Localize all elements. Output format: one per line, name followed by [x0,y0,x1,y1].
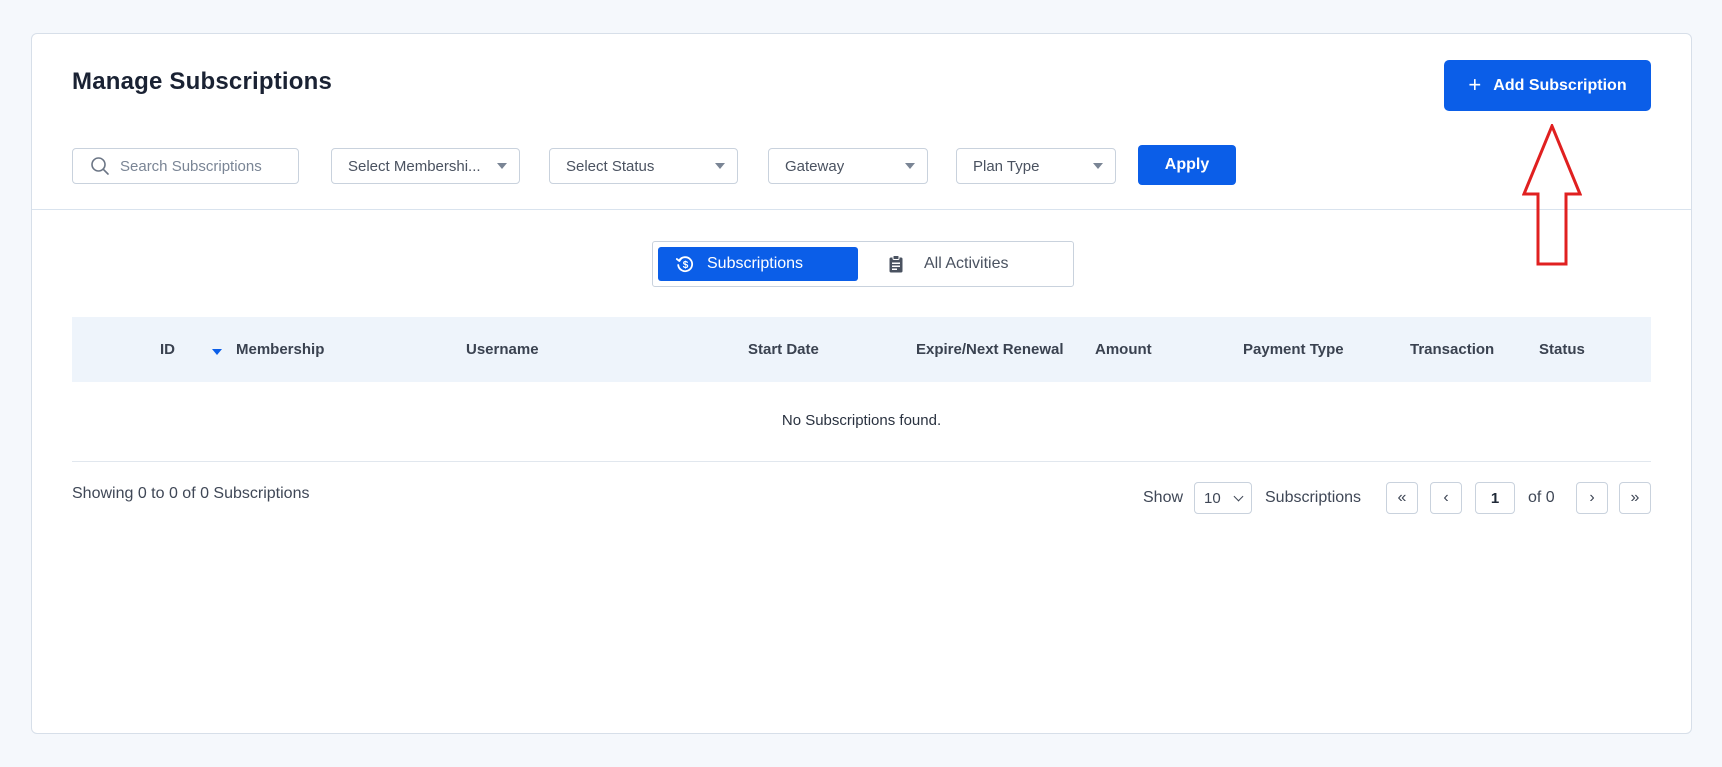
prev-page-button[interactable]: ‹ [1430,482,1462,514]
subscription-cycle-icon: $ [675,256,694,273]
gateway-select[interactable]: Gateway [768,148,928,184]
caret-down-icon [715,163,725,169]
caret-down-icon [905,163,915,169]
membership-select-value: Select Membershi... [348,157,481,175]
tab-subscriptions-label: Subscriptions [707,255,804,272]
page-title: Manage Subscriptions [72,68,333,95]
header-divider [32,209,1691,210]
plan-type-select[interactable]: Plan Type [956,148,1116,184]
first-page-button[interactable]: « [1386,482,1418,514]
column-header-expire[interactable]: Expire/Next Renewal [916,317,1064,382]
sort-desc-icon[interactable] [212,349,222,355]
chevron-down-icon [1233,491,1244,501]
column-header-transaction[interactable]: Transaction [1410,317,1494,382]
column-header-start-date[interactable]: Start Date [748,317,819,382]
search-box[interactable] [72,148,299,184]
clipboard-icon [889,255,903,273]
column-header-amount[interactable]: Amount [1095,317,1152,382]
per-page-value: 10 [1204,489,1221,507]
subscriptions-card: Manage Subscriptions + Add Subscription … [31,33,1692,734]
search-input[interactable] [120,157,290,175]
plan-type-select-value: Plan Type [973,157,1040,175]
column-header-status[interactable]: Status [1539,317,1585,382]
plus-icon: + [1468,71,1482,97]
tab-all-activities[interactable]: All Activities [886,247,1066,281]
search-icon [91,157,109,175]
tab-all-activities-label: All Activities [924,255,1009,272]
last-page-button[interactable]: » [1619,482,1651,514]
svg-text:$: $ [683,260,689,271]
page-number-input[interactable] [1475,482,1515,514]
status-select[interactable]: Select Status [549,148,738,184]
empty-table-message: No Subscriptions found. [781,412,942,429]
add-subscription-button[interactable]: + Add Subscription [1444,60,1651,111]
add-subscription-label: Add Subscription [1493,76,1627,94]
showing-count: Showing 0 to 0 of 0 Subscriptions [72,485,310,502]
column-header-id[interactable]: ID [160,317,175,382]
status-select-value: Select Status [566,157,655,175]
per-page-select[interactable]: 10 [1194,482,1252,514]
membership-select[interactable]: Select Membershi... [331,148,520,184]
view-tabs: $ Subscriptions All Activities [652,241,1074,287]
caret-down-icon [497,163,507,169]
column-header-membership[interactable]: Membership [236,317,324,382]
next-page-button[interactable]: › [1576,482,1608,514]
table-header: ID Membership Username Start Date Expire… [72,317,1651,382]
tab-subscriptions[interactable]: $ Subscriptions [658,247,858,281]
annotation-arrow-up-icon [1522,124,1582,266]
apply-button[interactable]: Apply [1138,145,1236,185]
column-header-payment-type[interactable]: Payment Type [1243,317,1344,382]
table-divider [72,461,1651,462]
gateway-select-value: Gateway [785,157,845,175]
caret-down-icon [1093,163,1103,169]
column-header-username[interactable]: Username [466,317,539,382]
